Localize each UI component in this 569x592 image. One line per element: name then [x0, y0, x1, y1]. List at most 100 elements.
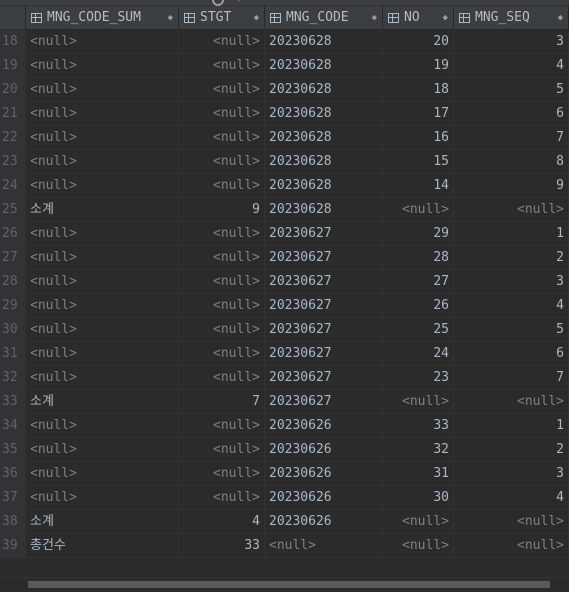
column-header-no[interactable]: NO ◆ — [383, 6, 454, 29]
table-row[interactable]: 30 <null> <null> 20230627 25 5 — [0, 318, 569, 342]
cell-mng-seq[interactable]: 4 — [454, 54, 569, 77]
cell-no[interactable]: 31 — [383, 462, 454, 485]
sort-icon[interactable]: ◆ — [254, 13, 259, 23]
cell-mng-code-sum[interactable]: 소계 — [26, 198, 179, 221]
cell-stgt[interactable]: 33 — [179, 534, 265, 557]
cell-mng-code-sum[interactable]: <null> — [26, 102, 179, 125]
cell-mng-seq[interactable]: 1 — [454, 414, 569, 437]
cell-no[interactable]: 18 — [383, 78, 454, 101]
cell-mng-code-sum[interactable]: <null> — [26, 222, 179, 245]
table-row[interactable]: 24 <null> <null> 20230628 14 9 — [0, 174, 569, 198]
table-row[interactable]: 27 <null> <null> 20230627 28 2 — [0, 246, 569, 270]
table-row[interactable]: 21 <null> <null> 20230628 17 6 — [0, 102, 569, 126]
cell-no[interactable]: 32 — [383, 438, 454, 461]
cell-mng-code-sum[interactable]: <null> — [26, 294, 179, 317]
cell-no[interactable]: 19 — [383, 54, 454, 77]
cell-mng-code[interactable]: 20230627 — [265, 342, 383, 365]
cell-stgt[interactable]: <null> — [179, 414, 265, 437]
cell-mng-code[interactable]: 20230628 — [265, 126, 383, 149]
cell-mng-seq[interactable]: 3 — [454, 462, 569, 485]
column-header-mng-code-sum[interactable]: MNG_CODE_SUM ◆ — [26, 6, 179, 29]
sort-icon[interactable]: ◆ — [443, 13, 448, 23]
cell-stgt[interactable]: 7 — [179, 390, 265, 413]
cell-mng-seq[interactable]: 6 — [454, 342, 569, 365]
cell-mng-code[interactable]: 20230627 — [265, 294, 383, 317]
cell-no[interactable]: <null> — [383, 198, 454, 221]
cell-mng-seq[interactable]: <null> — [454, 198, 569, 221]
cell-no[interactable]: <null> — [383, 534, 454, 557]
cell-mng-code[interactable]: 20230626 — [265, 510, 383, 533]
cell-mng-seq[interactable]: 4 — [454, 294, 569, 317]
cell-mng-code[interactable]: 20230627 — [265, 318, 383, 341]
cell-no[interactable]: 15 — [383, 150, 454, 173]
cell-no[interactable]: 33 — [383, 414, 454, 437]
cell-mng-code-sum[interactable]: <null> — [26, 174, 179, 197]
cell-mng-code[interactable]: 20230628 — [265, 174, 383, 197]
cell-no[interactable]: 28 — [383, 246, 454, 269]
table-row[interactable]: 34 <null> <null> 20230626 33 1 — [0, 414, 569, 438]
cell-mng-code-sum[interactable]: <null> — [26, 246, 179, 269]
cell-mng-code[interactable]: 20230627 — [265, 270, 383, 293]
cell-stgt[interactable]: <null> — [179, 462, 265, 485]
cell-mng-code[interactable]: 20230627 — [265, 366, 383, 389]
cell-mng-seq[interactable]: <null> — [454, 534, 569, 557]
cell-stgt[interactable]: <null> — [179, 342, 265, 365]
cell-mng-seq[interactable]: 2 — [454, 438, 569, 461]
column-header-mng-seq[interactable]: MNG_SEQ ◆ — [454, 6, 569, 29]
cell-stgt[interactable]: <null> — [179, 150, 265, 173]
cell-mng-code-sum[interactable]: <null> — [26, 270, 179, 293]
scrollbar-thumb[interactable] — [28, 581, 550, 588]
cell-mng-seq[interactable]: 3 — [454, 30, 569, 53]
table-row[interactable]: 23 <null> <null> 20230628 15 8 — [0, 150, 569, 174]
cell-mng-seq[interactable]: 3 — [454, 270, 569, 293]
cell-stgt[interactable]: <null> — [179, 126, 265, 149]
table-row[interactable]: 36 <null> <null> 20230626 31 3 — [0, 462, 569, 486]
table-row[interactable]: 32 <null> <null> 20230627 23 7 — [0, 366, 569, 390]
cell-no[interactable]: 24 — [383, 342, 454, 365]
cell-mng-code-sum[interactable]: <null> — [26, 126, 179, 149]
column-header-mng-code[interactable]: MNG_CODE ◆ — [265, 6, 383, 29]
cell-stgt[interactable]: <null> — [179, 246, 265, 269]
cell-mng-code[interactable]: 20230628 — [265, 150, 383, 173]
cell-no[interactable]: 14 — [383, 174, 454, 197]
table-row[interactable]: 35 <null> <null> 20230626 32 2 — [0, 438, 569, 462]
cell-stgt[interactable]: <null> — [179, 30, 265, 53]
cell-mng-code-sum[interactable]: <null> — [26, 438, 179, 461]
table-row[interactable]: 26 <null> <null> 20230627 29 1 — [0, 222, 569, 246]
cell-stgt[interactable]: 4 — [179, 510, 265, 533]
cell-no[interactable]: 29 — [383, 222, 454, 245]
table-row[interactable]: 20 <null> <null> 20230628 18 5 — [0, 78, 569, 102]
cell-mng-code[interactable]: 20230628 — [265, 198, 383, 221]
cell-no[interactable]: <null> — [383, 510, 454, 533]
cell-mng-code-sum[interactable]: 소계 — [26, 390, 179, 413]
cell-no[interactable]: 20 — [383, 30, 454, 53]
cell-mng-code[interactable]: 20230628 — [265, 102, 383, 125]
cell-mng-code[interactable]: 20230626 — [265, 486, 383, 509]
cell-mng-seq[interactable]: 5 — [454, 78, 569, 101]
horizontal-scrollbar[interactable] — [0, 577, 569, 592]
cell-mng-code-sum[interactable]: <null> — [26, 342, 179, 365]
cell-no[interactable]: 16 — [383, 126, 454, 149]
table-row[interactable]: 33 소계 7 20230627 <null> <null> — [0, 390, 569, 414]
table-row[interactable]: 31 <null> <null> 20230627 24 6 — [0, 342, 569, 366]
cell-no[interactable]: 17 — [383, 102, 454, 125]
table-row[interactable]: 29 <null> <null> 20230627 26 4 — [0, 294, 569, 318]
cell-mng-code-sum[interactable]: 소계 — [26, 510, 179, 533]
table-row[interactable]: 28 <null> <null> 20230627 27 3 — [0, 270, 569, 294]
cell-mng-seq[interactable]: 7 — [454, 366, 569, 389]
cell-stgt[interactable]: <null> — [179, 78, 265, 101]
table-row[interactable]: 22 <null> <null> 20230628 16 7 — [0, 126, 569, 150]
table-row[interactable]: 25 소계 9 20230628 <null> <null> — [0, 198, 569, 222]
cell-mng-code-sum[interactable]: 총건수 — [26, 534, 179, 557]
cell-stgt[interactable]: <null> — [179, 222, 265, 245]
sort-icon[interactable]: ◆ — [372, 13, 377, 23]
sort-icon[interactable]: ◆ — [558, 13, 563, 23]
cell-no[interactable]: 27 — [383, 270, 454, 293]
cell-no[interactable]: <null> — [383, 390, 454, 413]
cell-stgt[interactable]: <null> — [179, 294, 265, 317]
cell-stgt[interactable]: <null> — [179, 174, 265, 197]
cell-mng-code-sum[interactable]: <null> — [26, 486, 179, 509]
cell-mng-seq[interactable]: 2 — [454, 246, 569, 269]
cell-mng-code-sum[interactable]: <null> — [26, 30, 179, 53]
cell-mng-seq[interactable]: <null> — [454, 390, 569, 413]
